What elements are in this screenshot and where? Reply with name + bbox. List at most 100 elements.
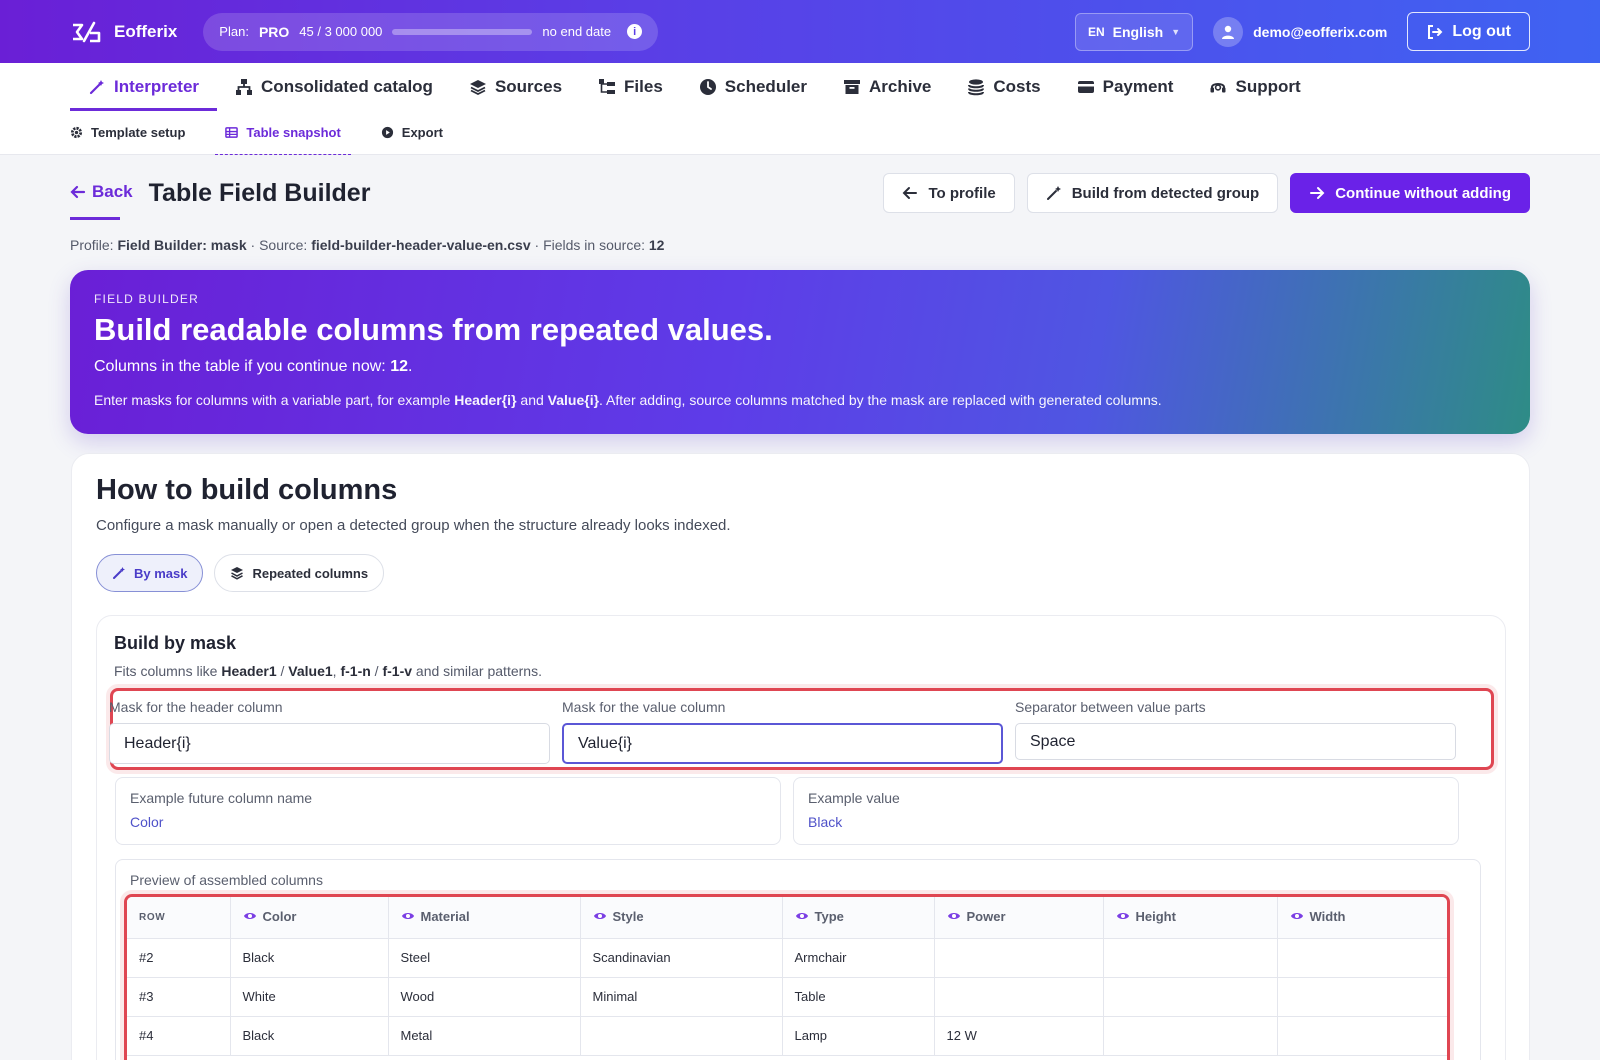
banner-eyebrow: FIELD BUILDER: [94, 292, 199, 306]
language-name: English: [1112, 23, 1164, 40]
value-mask-field: Mask for the value column Value{i}: [562, 699, 1003, 764]
column-header-color[interactable]: Color: [230, 897, 389, 939]
subnav-template-setup[interactable]: Template setup: [60, 111, 195, 154]
nav-item-costs[interactable]: Costs: [949, 63, 1058, 111]
table-row: #3 White Wood Minimal Table: [127, 977, 1447, 1017]
logout-label: Log out: [1452, 22, 1511, 40]
hint-header1: Header1: [221, 663, 277, 679]
continue-without-adding-button[interactable]: Continue without adding: [1290, 173, 1530, 213]
nav-item-payment[interactable]: Payment: [1059, 63, 1192, 111]
header-mask-field: Mask for the header column Header{i}: [109, 699, 550, 764]
cell-style: [580, 1016, 783, 1056]
nav-item-support[interactable]: Support: [1191, 63, 1318, 111]
nav-item-label: Files: [624, 77, 663, 96]
header-mask-input[interactable]: Header{i}: [109, 723, 550, 764]
info-icon[interactable]: i: [627, 24, 643, 39]
cell-type: Table: [782, 977, 935, 1017]
arrow-right-icon: [1310, 187, 1325, 199]
cell-width: [1277, 1016, 1447, 1056]
nav-item-consolidated-catalog[interactable]: Consolidated catalog: [217, 63, 451, 111]
hint-f1v: f-1-v: [382, 663, 413, 679]
cell-height: [1103, 1016, 1278, 1056]
example-value-label: Example value: [808, 790, 900, 806]
column-header-label: Width: [1309, 908, 1346, 924]
logout-button[interactable]: Log out: [1407, 12, 1530, 51]
main-nav: Interpreter Consolidated catalog Sources…: [0, 63, 1600, 111]
nav-item-label: Interpreter: [114, 77, 200, 96]
eye-icon[interactable]: [1116, 909, 1130, 926]
avatar: [1213, 16, 1244, 47]
eye-icon[interactable]: [947, 909, 961, 926]
cell-color: White: [230, 977, 389, 1017]
nav-item-archive[interactable]: Archive: [825, 63, 949, 111]
layers-icon: [469, 80, 486, 96]
eye-icon[interactable]: [401, 909, 415, 926]
to-profile-button[interactable]: To profile: [883, 173, 1015, 213]
tab-label: Repeated columns: [252, 565, 369, 581]
profile-meta: Profile: Field Builder: mask · Source: f…: [70, 237, 664, 253]
logout-icon: [1428, 24, 1443, 39]
nav-item-scheduler[interactable]: Scheduler: [681, 63, 825, 111]
note-and: and: [520, 392, 544, 408]
cell-material: Wood: [388, 977, 581, 1017]
language-select[interactable]: EN English ▼: [1074, 12, 1194, 51]
eye-icon[interactable]: [795, 909, 809, 926]
eye-icon[interactable]: [1290, 909, 1304, 926]
headset-icon: [1210, 83, 1226, 93]
nav-item-label: Payment: [1102, 77, 1174, 96]
eye-icon[interactable]: [243, 909, 257, 926]
subnav-export[interactable]: Export: [371, 111, 453, 154]
hint-comma: ,: [332, 663, 337, 679]
eye-icon[interactable]: [593, 909, 607, 926]
user-menu[interactable]: demo@eofferix.com: [1213, 16, 1387, 47]
nav-item-sources[interactable]: Sources: [451, 63, 580, 111]
subnav-table-snapshot[interactable]: Table snapshot: [215, 111, 352, 155]
value-mask-input[interactable]: Value{i}: [562, 723, 1003, 764]
top-bar: Eofferix Plan: PRO 45 / 3 000 000 no end…: [0, 0, 1600, 63]
back-link[interactable]: Back: [70, 182, 133, 220]
column-header-power[interactable]: Power: [934, 897, 1104, 939]
note-text-end: . After adding, source columns matched b…: [599, 392, 1162, 408]
plan-badge: Plan: PRO 45 / 3 000 000 no end date i: [203, 12, 659, 51]
nav-item-label: Archive: [869, 77, 932, 96]
archive-icon: [844, 80, 860, 94]
column-header-height[interactable]: Height: [1103, 897, 1278, 939]
fields-count: 12: [648, 237, 665, 253]
to-profile-label: To profile: [928, 184, 996, 202]
separator-input[interactable]: Space: [1015, 723, 1456, 760]
gear-icon: [70, 126, 83, 139]
banner-headline: Build readable columns from repeated val…: [94, 312, 773, 347]
brand-logo-icon: [73, 21, 101, 42]
column-header-style[interactable]: Style: [580, 897, 783, 939]
table-icon: [225, 127, 239, 138]
arrow-left-icon: [70, 185, 86, 199]
columns-count: 12: [390, 358, 408, 375]
tab-repeated-columns[interactable]: Repeated columns: [214, 554, 385, 592]
nav-item-label: Scheduler: [724, 77, 807, 96]
build-from-group-button[interactable]: Build from detected group: [1026, 173, 1279, 213]
tab-by-mask[interactable]: By mask: [96, 554, 204, 592]
column-header-type[interactable]: Type: [782, 897, 935, 939]
profile-value: Field Builder: mask: [117, 237, 247, 253]
back-label: Back: [92, 182, 133, 201]
nav-item-files[interactable]: Files: [580, 63, 681, 111]
folder-tree-icon: [599, 79, 616, 94]
brand[interactable]: Eofferix: [70, 19, 177, 45]
preview-panel: Preview of assembled columns ROW Color M…: [115, 859, 1481, 1060]
example-name-value: Color: [130, 814, 164, 830]
cell-height: [1103, 938, 1278, 978]
hint-f1n: f-1-n: [340, 663, 371, 679]
cell-row: #2: [127, 938, 231, 978]
column-header-width[interactable]: Width: [1277, 897, 1447, 939]
cell-power: [934, 938, 1104, 978]
cell-style: Scandinavian: [580, 938, 783, 978]
cell-width: [1277, 938, 1447, 978]
cell-height: [1103, 977, 1278, 1017]
arrow-left-icon: [903, 187, 918, 199]
column-header-material[interactable]: Material: [388, 897, 581, 939]
nav-item-interpreter[interactable]: Interpreter: [70, 63, 218, 111]
subnav-label: Table snapshot: [246, 125, 341, 140]
panel-hint: Fits columns like Header1 / Value1, f-1-…: [114, 663, 542, 679]
preview-table: ROW Color Material Style Type Power Heig…: [127, 897, 1447, 1056]
cell-row: #4: [127, 1016, 231, 1056]
